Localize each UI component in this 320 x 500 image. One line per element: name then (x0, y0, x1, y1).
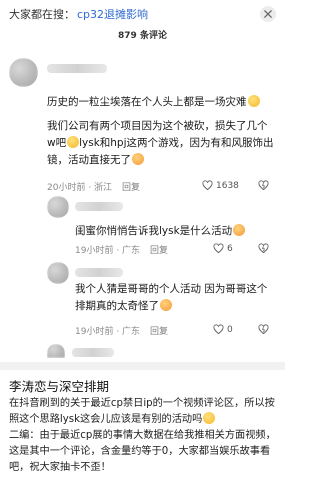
heart-icon (213, 243, 224, 254)
dislike-icon[interactable] (258, 243, 269, 254)
emoji-icon (132, 153, 144, 165)
like-count: 6 (227, 243, 233, 254)
post-body: 在抖音刷到的关于最近cp禁日ip的一个视频评论区，所以按照这个思路lysk这会儿… (9, 396, 277, 476)
username-blurred[interactable] (75, 202, 123, 211)
like-button[interactable]: 0 (213, 324, 233, 335)
comment-time-location: 20小时前 · 浙江 (47, 183, 113, 193)
post-paragraph: 在抖音刷到的关于最近cp禁日ip的一个视频评论区，所以按照这个思路lysk这会儿… (9, 398, 275, 425)
emoji-icon (233, 224, 246, 236)
comment-count: 879 条评论 (118, 31, 167, 41)
comment-text: 我个人猜是哥哥的个人活动 因为哥哥这个排期真的太奇怪了 (75, 281, 275, 315)
like-button[interactable]: 1638 (202, 180, 239, 191)
comment-line: 历史的一粒尘埃落在个人头上都是一场灾难 (47, 96, 247, 108)
reply-button[interactable]: 回复 (150, 324, 168, 337)
avatar[interactable] (47, 344, 65, 358)
search-prefix: 大家都在搜： (9, 8, 75, 21)
heart-icon (213, 324, 224, 335)
emoji-icon (67, 136, 80, 148)
like-count: 0 (227, 324, 233, 335)
reply-button[interactable]: 回复 (150, 243, 168, 256)
comment-meta: 19小时前 · 广东 回复 (75, 243, 168, 256)
avatar[interactable] (47, 196, 69, 218)
comment-line: lysk和hpj这两个游戏，因为有和风服饰出镜，活动直接无了 (47, 137, 274, 166)
heart-icon (202, 180, 213, 191)
comment-text: 历史的一粒尘埃落在个人头上都是一场灾难 (47, 94, 275, 111)
close-button[interactable] (260, 6, 276, 22)
search-suggestion-bar[interactable]: 大家都在搜： cp32退摊影响 (9, 3, 235, 25)
comment-meta: 20小时前 · 浙江 回复 (47, 180, 140, 193)
post-title: 李涛恋与深空排期 (9, 379, 110, 394)
emoji-icon (203, 412, 216, 424)
comment-line: 闺蜜你悄悄告诉我lysk是什么活动 (75, 225, 233, 237)
section-divider (0, 362, 285, 370)
dislike-icon[interactable] (258, 324, 269, 335)
like-button[interactable]: 6 (213, 243, 233, 254)
username-blurred[interactable] (72, 348, 114, 357)
close-icon (264, 10, 272, 18)
comment-meta: 19小时前 · 广东 回复 (75, 324, 168, 337)
post-paragraph: 二编：由于最近cp展的事情大数据在给我推相关方面视频，这是其中一个评论，含金量约… (9, 430, 276, 473)
search-query-link[interactable]: cp32退摊影响 (77, 6, 148, 22)
like-count: 1638 (216, 180, 239, 191)
comment-text: 闺蜜你悄悄告诉我lysk是什么活动 (75, 223, 275, 240)
username-blurred[interactable] (75, 268, 123, 277)
avatar[interactable] (9, 58, 38, 87)
comment-sheet: 大家都在搜： cp32退摊影响 879 条评论 历史的一粒尘埃落在个人头上都是一… (0, 0, 285, 362)
comment-time-location: 19小时前 · 广东 (75, 327, 141, 337)
dislike-icon[interactable] (258, 180, 269, 191)
username-blurred[interactable] (47, 64, 107, 73)
emoji-icon (247, 95, 260, 107)
comment-text: 我们公司有两个项目因为这个被砍，损失了几个w吧 lysk和hpj这两个游戏，因为有… (47, 118, 275, 169)
avatar[interactable] (47, 262, 69, 284)
emoji-icon (160, 299, 172, 311)
comment-time-location: 19小时前 · 广东 (75, 246, 141, 256)
reply-button[interactable]: 回复 (122, 180, 140, 193)
